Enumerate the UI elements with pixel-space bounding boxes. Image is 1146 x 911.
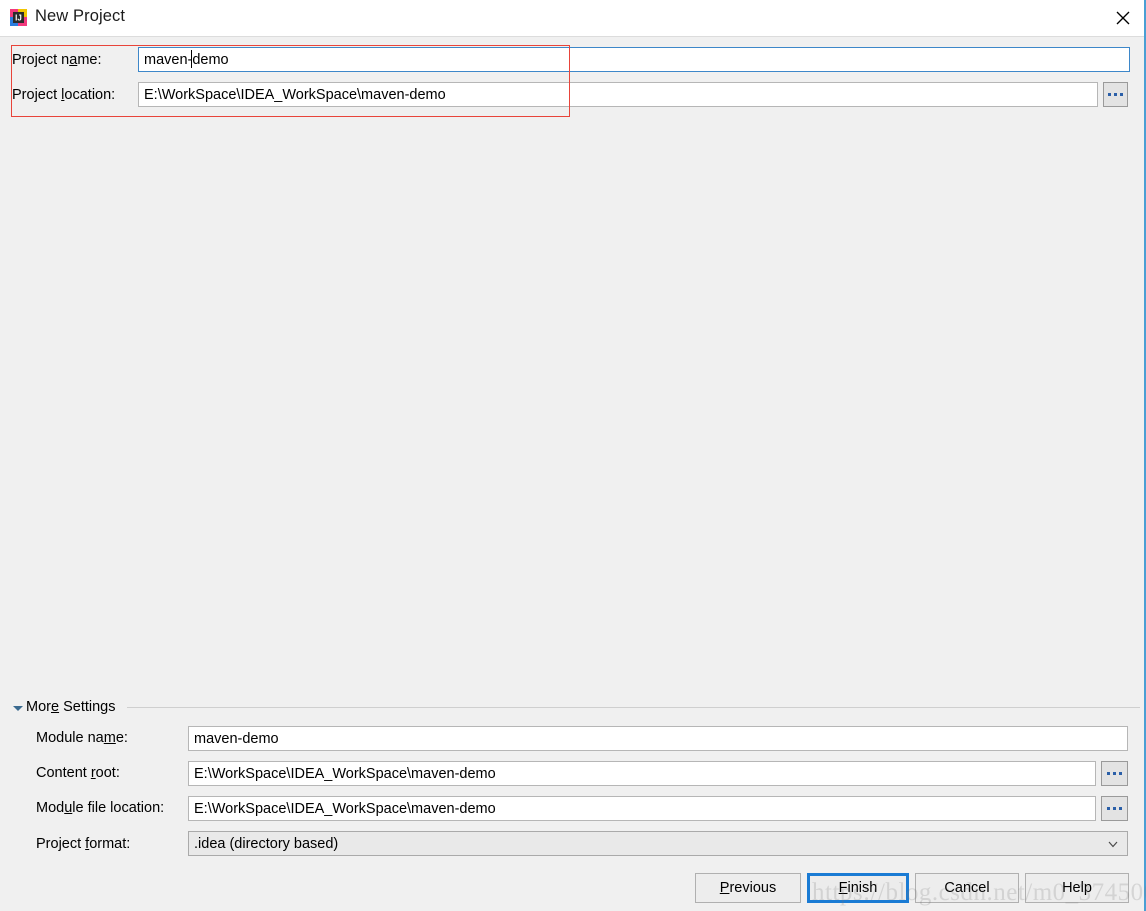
more-settings-section: More Settings Module name: Content root:… (0, 697, 1146, 867)
text-caret (191, 50, 192, 68)
module-file-location-browse-button[interactable] (1101, 796, 1128, 821)
module-file-location-input[interactable] (188, 796, 1096, 821)
content-root-browse-button[interactable] (1101, 761, 1128, 786)
module-name-input[interactable] (188, 726, 1128, 751)
project-name-label: Project name: (12, 52, 101, 68)
ellipsis-icon-dot (1120, 93, 1123, 96)
content-root-input[interactable] (188, 761, 1096, 786)
module-file-location-label: Module file location: (36, 800, 164, 816)
project-basics-form: Project name: Project location: (0, 37, 1146, 117)
project-format-select[interactable]: .idea (directory based) (188, 831, 1128, 856)
previous-button[interactable]: Previous (695, 873, 801, 903)
project-location-browse-button[interactable] (1103, 82, 1128, 107)
intellij-idea-icon: IJ (10, 9, 27, 26)
module-name-label: Module name: (36, 730, 128, 746)
help-button[interactable]: Help (1025, 873, 1129, 903)
project-name-input[interactable] (138, 47, 1130, 72)
ellipsis-icon-dot (1107, 807, 1110, 810)
ellipsis-icon-dot (1114, 93, 1117, 96)
dialog-button-bar: Previous Finish Cancel Help (0, 867, 1146, 911)
chevron-down-icon (1108, 841, 1117, 847)
chevron-down-icon[interactable] (13, 706, 23, 711)
project-location-label: Project location: (12, 87, 115, 103)
section-divider (127, 707, 1140, 708)
finish-button[interactable]: Finish (807, 873, 909, 903)
content-root-label: Content root: (36, 765, 120, 781)
ellipsis-icon-dot (1108, 93, 1111, 96)
project-format-label: Project format: (36, 836, 130, 852)
title-bar: IJ New Project (0, 0, 1146, 37)
project-location-input[interactable] (138, 82, 1098, 107)
more-settings-label[interactable]: More Settings (26, 699, 115, 715)
window-title: New Project (35, 7, 125, 26)
ellipsis-icon-dot (1107, 772, 1110, 775)
close-icon[interactable] (1100, 0, 1146, 36)
ellipsis-icon-dot (1113, 807, 1116, 810)
cancel-button[interactable]: Cancel (915, 873, 1019, 903)
ellipsis-icon-dot (1119, 807, 1122, 810)
ellipsis-icon-dot (1119, 772, 1122, 775)
project-format-value: .idea (directory based) (194, 836, 338, 852)
ellipsis-icon-dot (1113, 772, 1116, 775)
svg-text:IJ: IJ (15, 14, 22, 23)
